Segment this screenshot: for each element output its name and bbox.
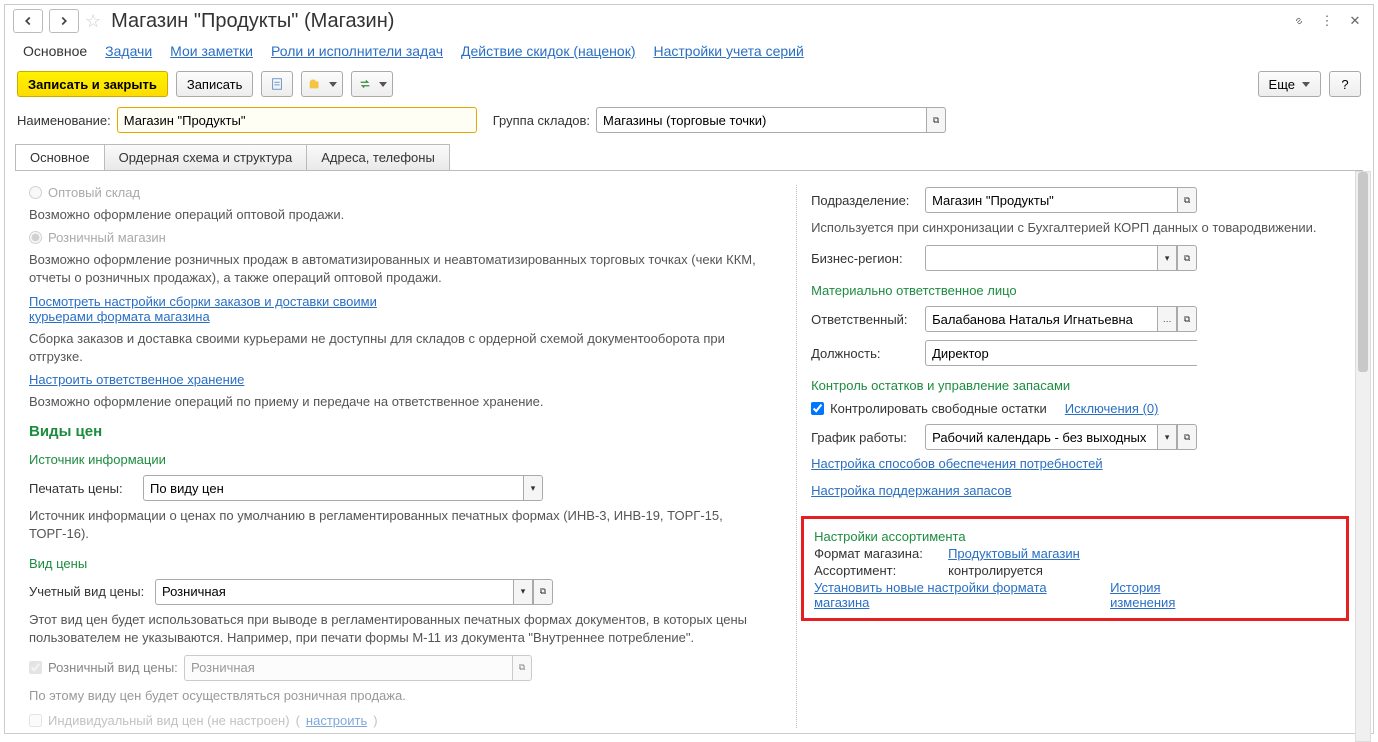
arrow-left-icon bbox=[21, 14, 35, 28]
new-settings-link[interactable]: Установить новые настройки формата магаз… bbox=[814, 580, 1064, 610]
region-open[interactable]: ⧉ bbox=[1177, 245, 1197, 271]
individual-checkbox bbox=[29, 714, 42, 727]
window-title: Магазин "Продукты" (Магазин) bbox=[111, 10, 1283, 33]
supply-link[interactable]: Настройка способов обеспечения потребнос… bbox=[811, 456, 1349, 471]
division-label: Подразделение: bbox=[811, 193, 919, 208]
wholesale-radio-label: Оптовый склад bbox=[48, 185, 140, 200]
sched-input[interactable] bbox=[925, 424, 1157, 450]
retail-radio bbox=[29, 231, 42, 244]
assortment-highlight: Настройки ассортимента Формат магазина: … bbox=[801, 516, 1349, 621]
close-icon[interactable]: ✕ bbox=[1345, 11, 1365, 31]
stock-link[interactable]: Настройка поддержания запасов bbox=[811, 483, 1349, 498]
favorite-star-icon[interactable]: ☆ bbox=[85, 11, 101, 32]
price-type-header: Вид цены bbox=[29, 556, 782, 571]
tab-scheme[interactable]: Ордерная схема и структура bbox=[105, 144, 308, 171]
acc-price-desc: Этот вид цен будет использоваться при вы… bbox=[29, 611, 782, 647]
stock-header: Контроль остатков и управление запасами bbox=[811, 378, 1349, 393]
asrt-value: контролируется bbox=[948, 563, 1043, 578]
attach-button[interactable] bbox=[301, 71, 343, 97]
retail-price-checkbox bbox=[29, 661, 42, 674]
pos-input[interactable] bbox=[925, 340, 1197, 366]
resp-input[interactable] bbox=[925, 306, 1157, 332]
name-input[interactable] bbox=[117, 107, 477, 133]
nav-forward-button[interactable] bbox=[49, 9, 79, 33]
asrt-label: Ассортимент: bbox=[814, 563, 942, 578]
acc-price-open[interactable]: ⧉ bbox=[533, 579, 553, 605]
division-input[interactable] bbox=[925, 187, 1177, 213]
group-label: Группа складов: bbox=[493, 113, 590, 128]
print-prices-dropdown[interactable]: ▾ bbox=[523, 475, 543, 501]
fmt-label: Формат магазина: bbox=[814, 546, 942, 561]
individual-settings-link[interactable]: настроить bbox=[306, 713, 367, 728]
print-prices-input[interactable] bbox=[143, 475, 523, 501]
print-prices-label: Печатать цены: bbox=[29, 481, 137, 496]
document-icon bbox=[270, 77, 284, 91]
asrt-header: Настройки ассортимента bbox=[814, 529, 1346, 544]
nav-tasks[interactable]: Задачи bbox=[105, 43, 152, 59]
region-label: Бизнес-регион: bbox=[811, 251, 919, 266]
kebab-menu-icon[interactable]: ⋮ bbox=[1317, 11, 1337, 31]
nav-back-button[interactable] bbox=[13, 9, 43, 33]
assembly-link[interactable]: Посмотреть настройки сборки заказов и до… bbox=[29, 294, 389, 324]
scroll-thumb[interactable] bbox=[1358, 172, 1368, 372]
retail-radio-label: Розничный магазин bbox=[48, 230, 166, 245]
resp-open[interactable]: ⧉ bbox=[1177, 306, 1197, 332]
division-open[interactable]: ⧉ bbox=[1177, 187, 1197, 213]
region-input[interactable] bbox=[925, 245, 1157, 271]
ctrl-checkbox[interactable] bbox=[811, 402, 824, 415]
sched-dropdown[interactable]: ▾ bbox=[1157, 424, 1177, 450]
storage-desc: Возможно оформление операций по приему и… bbox=[29, 393, 782, 411]
folder-icon bbox=[308, 77, 322, 91]
ctrl-label: Контролировать свободные остатки bbox=[830, 401, 1047, 416]
tab-addresses[interactable]: Адреса, телефоны bbox=[307, 144, 450, 171]
exchange-icon bbox=[358, 77, 372, 91]
report-button[interactable] bbox=[261, 71, 293, 97]
acc-price-input[interactable] bbox=[155, 579, 513, 605]
write-close-button[interactable]: Записать и закрыть bbox=[17, 71, 168, 97]
wholesale-radio bbox=[29, 186, 42, 199]
sched-label: График работы: bbox=[811, 430, 919, 445]
more-button[interactable]: Еще bbox=[1258, 71, 1321, 97]
region-dropdown[interactable]: ▾ bbox=[1157, 245, 1177, 271]
link-icon[interactable] bbox=[1289, 11, 1309, 31]
nav-series[interactable]: Настройки учета серий bbox=[653, 43, 803, 59]
wholesale-desc: Возможно оформление операций оптовой про… bbox=[29, 206, 782, 224]
nav-discounts[interactable]: Действие скидок (наценок) bbox=[461, 43, 635, 59]
resp-ellipsis[interactable]: … bbox=[1157, 306, 1177, 332]
section-nav: Основное Задачи Мои заметки Роли и испол… bbox=[5, 37, 1373, 65]
retail-desc: Возможно оформление розничных продаж в а… bbox=[29, 251, 782, 287]
excl-link[interactable]: Исключения (0) bbox=[1065, 401, 1159, 416]
acc-price-dropdown[interactable]: ▾ bbox=[513, 579, 533, 605]
division-desc: Используется при синхронизации с Бухгалт… bbox=[811, 219, 1349, 237]
arrow-right-icon bbox=[57, 14, 71, 28]
group-open-button[interactable]: ⧉ bbox=[926, 107, 946, 133]
transfer-button[interactable] bbox=[351, 71, 393, 97]
tab-main[interactable]: Основное bbox=[15, 144, 105, 171]
individual-label: Индивидуальный вид цен (не настроен) bbox=[48, 713, 290, 728]
nav-main[interactable]: Основное bbox=[23, 43, 87, 59]
resp-header: Материально ответственное лицо bbox=[811, 283, 1349, 298]
nav-notes[interactable]: Мои заметки bbox=[170, 43, 253, 59]
help-button[interactable]: ? bbox=[1329, 71, 1361, 97]
write-button[interactable]: Записать bbox=[176, 71, 254, 97]
nav-roles[interactable]: Роли и исполнители задач bbox=[271, 43, 443, 59]
source-header: Источник информации bbox=[29, 452, 782, 467]
retail-price-open: ⧉ bbox=[512, 655, 532, 681]
fmt-link[interactable]: Продуктовый магазин bbox=[948, 546, 1080, 561]
name-label: Наименование: bbox=[17, 113, 111, 128]
content-scrollbar[interactable] bbox=[1355, 171, 1371, 742]
prices-header: Виды цен bbox=[29, 423, 782, 440]
retail-price-input bbox=[184, 655, 512, 681]
source-desc: Источник информации о ценах по умолчанию… bbox=[29, 507, 782, 543]
retail-price-label: Розничный вид цены: bbox=[48, 660, 178, 675]
resp-label: Ответственный: bbox=[811, 312, 919, 327]
history-link[interactable]: История изменения bbox=[1110, 580, 1200, 610]
sched-open[interactable]: ⧉ bbox=[1177, 424, 1197, 450]
retail-price-desc: По этому виду цен будет осуществляться р… bbox=[29, 687, 782, 705]
storage-link[interactable]: Настроить ответственное хранение bbox=[29, 372, 782, 387]
acc-price-label: Учетный вид цены: bbox=[29, 584, 149, 599]
assembly-desc: Сборка заказов и доставка своими курьера… bbox=[29, 330, 782, 366]
pos-label: Должность: bbox=[811, 346, 919, 361]
group-input[interactable] bbox=[596, 107, 926, 133]
